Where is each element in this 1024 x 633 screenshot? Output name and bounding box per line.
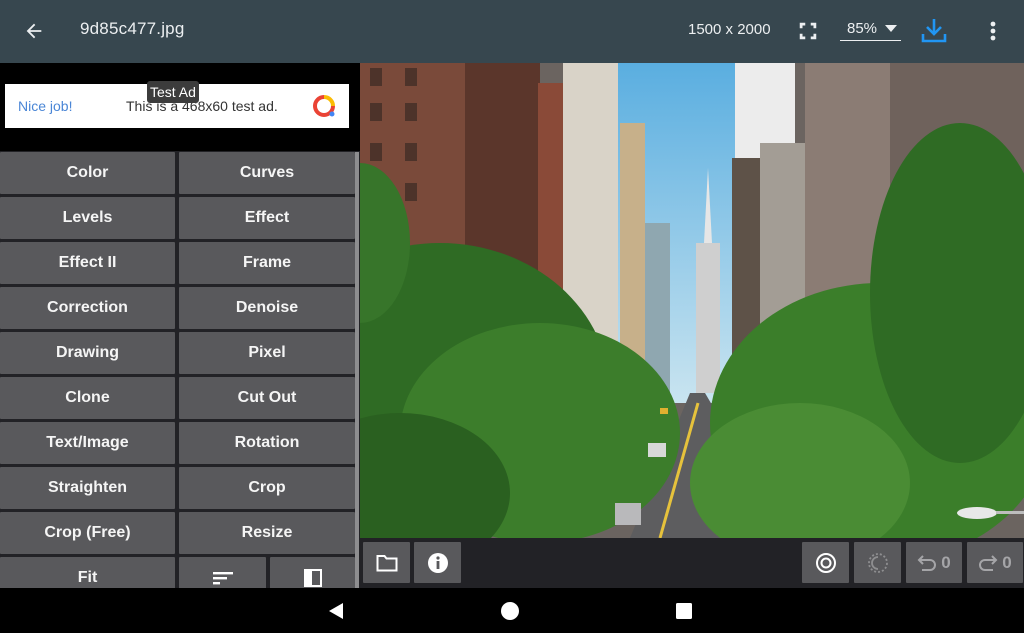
undo-count: 0 [941,552,951,572]
image-dimensions: 1500 x 2000 [688,21,771,38]
zoom-level-dropdown[interactable]: 85% [840,17,901,41]
nav-recents-icon [676,603,692,619]
image-canvas[interactable] [360,63,1024,538]
sort-icon [212,572,233,585]
undo-button[interactable]: 0 [906,542,962,583]
ad-logo-icon [313,95,335,117]
caret-down-icon [885,25,898,32]
tool-button-crop-free[interactable]: Crop (Free) [0,512,175,554]
target-button[interactable] [802,542,849,583]
app-bar: 9d85c477.jpg 1500 x 2000 85% [0,0,1024,63]
compare-split-icon [303,569,322,587]
tool-button-text-image[interactable]: Text/Image [0,422,175,464]
info-icon [427,552,448,573]
tool-panel: Nice job! This is a 468x60 test ad. Test… [0,63,360,588]
tool-button-curves[interactable]: Curves [179,152,355,194]
nav-back-button[interactable] [323,598,349,624]
test-ad-badge: Test Ad [147,81,199,103]
dotted-circle-icon [867,552,888,573]
tool-button-levels[interactable]: Levels [0,197,175,239]
redo-count: 0 [1002,552,1012,572]
tool-button-crop[interactable]: Crop [179,467,355,509]
more-vert-icon [990,21,996,41]
download-button[interactable] [917,13,951,47]
photo [360,63,1024,538]
back-button[interactable] [18,15,50,47]
progress-button[interactable] [854,542,901,583]
file-name: 9d85c477.jpg [80,19,185,38]
tool-panel-scrollbar[interactable] [355,152,359,588]
zoom-level-value: 85% [847,20,878,37]
tool-button-rotation[interactable]: Rotation [179,422,355,464]
nav-home-button[interactable] [497,598,523,624]
tool-button-clone[interactable]: Clone [0,377,175,419]
arrow-left-icon [26,23,42,39]
nav-recents-button[interactable] [671,598,697,624]
tool-button-color[interactable]: Color [0,152,175,194]
redo-icon [979,554,998,571]
tool-button-resize[interactable]: Resize [179,512,355,554]
tool-button-effect[interactable]: Effect [179,197,355,239]
undo-icon [917,554,937,571]
tool-button-frame[interactable]: Frame [179,242,355,284]
tool-button-pixel[interactable]: Pixel [179,332,355,374]
nav-home-icon [501,602,519,620]
tool-button-drawing[interactable]: Drawing [0,332,175,374]
ad-banner-area: Nice job! This is a 468x60 test ad. Test… [0,63,360,151]
nav-back-icon [329,603,343,619]
tool-button-fit[interactable]: Fit [0,557,175,588]
target-icon [815,552,836,573]
compare-button[interactable] [270,557,355,588]
fullscreen-icon [799,22,817,40]
sort-button[interactable] [179,557,266,588]
redo-button[interactable]: 0 [967,542,1023,583]
tool-button-correction[interactable]: Correction [0,287,175,329]
folder-icon [376,554,397,571]
more-options-button[interactable] [978,15,1008,47]
info-button[interactable] [414,542,461,583]
tool-button-cut-out[interactable]: Cut Out [179,377,355,419]
tool-button-denoise[interactable]: Denoise [179,287,355,329]
tool-button-straighten[interactable]: Straighten [0,467,175,509]
bottom-toolbar: 0 0 [360,538,1024,588]
system-navigation-bar [0,588,1024,633]
fullscreen-button[interactable] [792,15,824,47]
ad-headline: Nice job! [18,98,73,114]
download-icon [921,19,947,43]
open-file-button[interactable] [363,542,410,583]
tool-button-effect-ii[interactable]: Effect II [0,242,175,284]
